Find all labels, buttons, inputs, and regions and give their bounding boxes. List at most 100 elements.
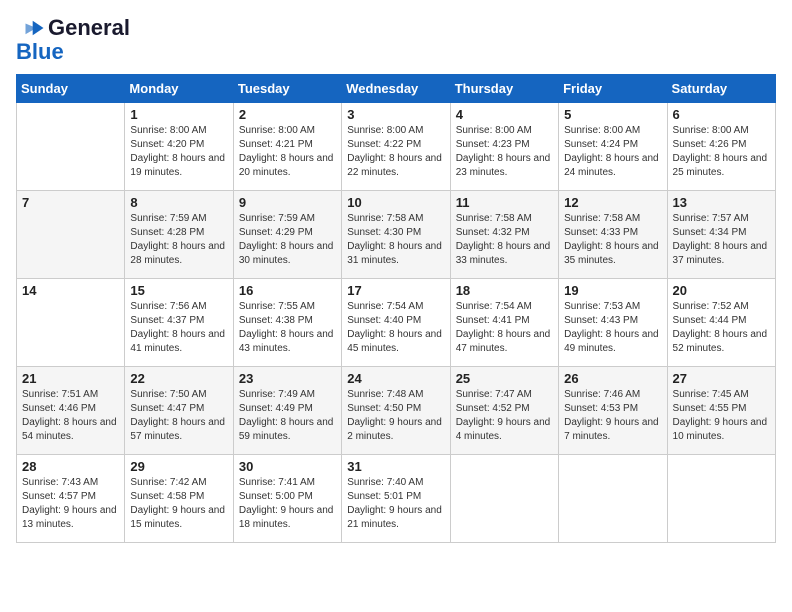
page-header: General Blue	[16, 16, 776, 64]
calendar-cell: 15 Sunrise: 7:56 AM Sunset: 4:37 PM Dayli…	[125, 279, 233, 367]
day-detail: Sunrise: 7:52 AM Sunset: 4:44 PM Dayligh…	[673, 300, 770, 356]
day-number: 30	[239, 459, 336, 474]
day-number: 29	[130, 459, 227, 474]
calendar-cell: 9 Sunrise: 7:59 AM Sunset: 4:29 PM Daylig…	[233, 191, 341, 279]
day-number: 25	[456, 371, 553, 386]
calendar-cell	[667, 455, 775, 543]
day-detail: Sunrise: 7:58 AM Sunset: 4:32 PM Dayligh…	[456, 212, 553, 268]
day-detail: Sunrise: 7:54 AM Sunset: 4:41 PM Dayligh…	[456, 300, 553, 356]
logo: General Blue	[16, 16, 130, 64]
logo-text: General	[48, 16, 130, 40]
calendar-cell: 7	[17, 191, 125, 279]
day-number: 26	[564, 371, 661, 386]
calendar-cell: 30 Sunrise: 7:41 AM Sunset: 5:00 PM Dayli…	[233, 455, 341, 543]
day-detail: Sunrise: 8:00 AM Sunset: 4:20 PM Dayligh…	[130, 124, 227, 180]
calendar-cell: 22 Sunrise: 7:50 AM Sunset: 4:47 PM Dayli…	[125, 367, 233, 455]
calendar-cell: 11 Sunrise: 7:58 AM Sunset: 4:32 PM Dayli…	[450, 191, 558, 279]
day-detail: Sunrise: 7:59 AM Sunset: 4:29 PM Dayligh…	[239, 212, 336, 268]
day-number: 4	[456, 107, 553, 122]
day-detail: Sunrise: 8:00 AM Sunset: 4:21 PM Dayligh…	[239, 124, 336, 180]
calendar-cell: 16 Sunrise: 7:55 AM Sunset: 4:38 PM Dayli…	[233, 279, 341, 367]
calendar-cell	[450, 455, 558, 543]
day-detail: Sunrise: 8:00 AM Sunset: 4:22 PM Dayligh…	[347, 124, 444, 180]
calendar-cell: 17 Sunrise: 7:54 AM Sunset: 4:40 PM Dayli…	[342, 279, 450, 367]
calendar-cell: 1 Sunrise: 8:00 AM Sunset: 4:20 PM Daylig…	[125, 103, 233, 191]
day-number: 22	[130, 371, 227, 386]
day-number: 11	[456, 195, 553, 210]
day-number: 13	[673, 195, 770, 210]
day-number: 27	[673, 371, 770, 386]
day-number: 17	[347, 283, 444, 298]
calendar-cell: 27 Sunrise: 7:45 AM Sunset: 4:55 PM Dayli…	[667, 367, 775, 455]
day-number: 7	[22, 195, 119, 210]
calendar-cell: 5Sunrise: 8:00 AM Sunset: 4:24 PM Daylig…	[559, 103, 667, 191]
logo-icon	[16, 19, 44, 37]
day-detail: Sunrise: 7:53 AM Sunset: 4:43 PM Dayligh…	[564, 300, 661, 356]
calendar-cell: 24 Sunrise: 7:48 AM Sunset: 4:50 PM Dayli…	[342, 367, 450, 455]
calendar-cell: 19 Sunrise: 7:53 AM Sunset: 4:43 PM Dayli…	[559, 279, 667, 367]
day-detail: Sunrise: 7:51 AM Sunset: 4:46 PM Dayligh…	[22, 388, 119, 444]
day-number: 24	[347, 371, 444, 386]
day-detail: Sunrise: 7:48 AM Sunset: 4:50 PM Dayligh…	[347, 388, 444, 444]
day-number: 18	[456, 283, 553, 298]
day-detail: Sunrise: 7:41 AM Sunset: 5:00 PM Dayligh…	[239, 476, 336, 532]
calendar-cell: 14	[17, 279, 125, 367]
col-header-saturday: Saturday	[667, 75, 775, 103]
day-number: 1	[130, 107, 227, 122]
calendar-cell: 13 Sunrise: 7:57 AM Sunset: 4:34 PM Dayli…	[667, 191, 775, 279]
day-number: 16	[239, 283, 336, 298]
day-number: 20	[673, 283, 770, 298]
day-number: 3	[347, 107, 444, 122]
col-header-monday: Monday	[125, 75, 233, 103]
day-number: 2	[239, 107, 336, 122]
day-number: 10	[347, 195, 444, 210]
day-detail: Sunrise: 8:00 AM Sunset: 4:23 PM Dayligh…	[456, 124, 553, 180]
day-detail: Sunrise: 7:57 AM Sunset: 4:34 PM Dayligh…	[673, 212, 770, 268]
logo-subtext: Blue	[16, 40, 64, 64]
calendar-cell: 8 Sunrise: 7:59 AM Sunset: 4:28 PM Daylig…	[125, 191, 233, 279]
calendar-cell: 20 Sunrise: 7:52 AM Sunset: 4:44 PM Dayli…	[667, 279, 775, 367]
day-detail: Sunrise: 7:46 AM Sunset: 4:53 PM Dayligh…	[564, 388, 661, 444]
day-number: 9	[239, 195, 336, 210]
day-detail: Sunrise: 7:49 AM Sunset: 4:49 PM Dayligh…	[239, 388, 336, 444]
calendar-cell: 21 Sunrise: 7:51 AM Sunset: 4:46 PM Dayli…	[17, 367, 125, 455]
col-header-sunday: Sunday	[17, 75, 125, 103]
calendar-table: SundayMondayTuesdayWednesdayThursdayFrid…	[16, 74, 776, 543]
col-header-wednesday: Wednesday	[342, 75, 450, 103]
day-detail: Sunrise: 7:43 AM Sunset: 4:57 PM Dayligh…	[22, 476, 119, 532]
day-detail: Sunrise: 7:55 AM Sunset: 4:38 PM Dayligh…	[239, 300, 336, 356]
col-header-thursday: Thursday	[450, 75, 558, 103]
col-header-tuesday: Tuesday	[233, 75, 341, 103]
day-detail: Sunrise: 8:00 AM Sunset: 4:26 PM Dayligh…	[673, 124, 770, 180]
day-number: 14	[22, 283, 119, 298]
calendar-cell: 10 Sunrise: 7:58 AM Sunset: 4:30 PM Dayli…	[342, 191, 450, 279]
day-detail: Sunrise: 7:42 AM Sunset: 4:58 PM Dayligh…	[130, 476, 227, 532]
calendar-cell	[17, 103, 125, 191]
calendar-cell: 26 Sunrise: 7:46 AM Sunset: 4:53 PM Dayli…	[559, 367, 667, 455]
calendar-cell: 4 Sunrise: 8:00 AM Sunset: 4:23 PM Daylig…	[450, 103, 558, 191]
day-detail: Sunrise: 7:50 AM Sunset: 4:47 PM Dayligh…	[130, 388, 227, 444]
day-number: 21	[22, 371, 119, 386]
day-number: 15	[130, 283, 227, 298]
day-detail: Sunrise: 7:54 AM Sunset: 4:40 PM Dayligh…	[347, 300, 444, 356]
day-number: 12	[564, 195, 661, 210]
calendar-cell: 3 Sunrise: 8:00 AM Sunset: 4:22 PM Daylig…	[342, 103, 450, 191]
day-detail: Sunrise: 7:47 AM Sunset: 4:52 PM Dayligh…	[456, 388, 553, 444]
day-detail: Sunrise: 7:59 AM Sunset: 4:28 PM Dayligh…	[130, 212, 227, 268]
day-detail: Sunrise: 7:58 AM Sunset: 4:30 PM Dayligh…	[347, 212, 444, 268]
day-number: 5	[564, 107, 661, 122]
day-number: 19	[564, 283, 661, 298]
calendar-cell: 23 Sunrise: 7:49 AM Sunset: 4:49 PM Dayli…	[233, 367, 341, 455]
calendar-cell: 6Sunrise: 8:00 AM Sunset: 4:26 PM Daylig…	[667, 103, 775, 191]
calendar-cell: 29 Sunrise: 7:42 AM Sunset: 4:58 PM Dayli…	[125, 455, 233, 543]
calendar-cell: 28 Sunrise: 7:43 AM Sunset: 4:57 PM Dayli…	[17, 455, 125, 543]
day-number: 8	[130, 195, 227, 210]
calendar-cell	[559, 455, 667, 543]
day-detail: Sunrise: 7:58 AM Sunset: 4:33 PM Dayligh…	[564, 212, 661, 268]
day-detail: Sunrise: 7:45 AM Sunset: 4:55 PM Dayligh…	[673, 388, 770, 444]
day-number: 31	[347, 459, 444, 474]
day-number: 28	[22, 459, 119, 474]
day-number: 23	[239, 371, 336, 386]
day-detail: Sunrise: 7:56 AM Sunset: 4:37 PM Dayligh…	[130, 300, 227, 356]
calendar-cell: 31Sunrise: 7:40 AM Sunset: 5:01 PM Dayli…	[342, 455, 450, 543]
